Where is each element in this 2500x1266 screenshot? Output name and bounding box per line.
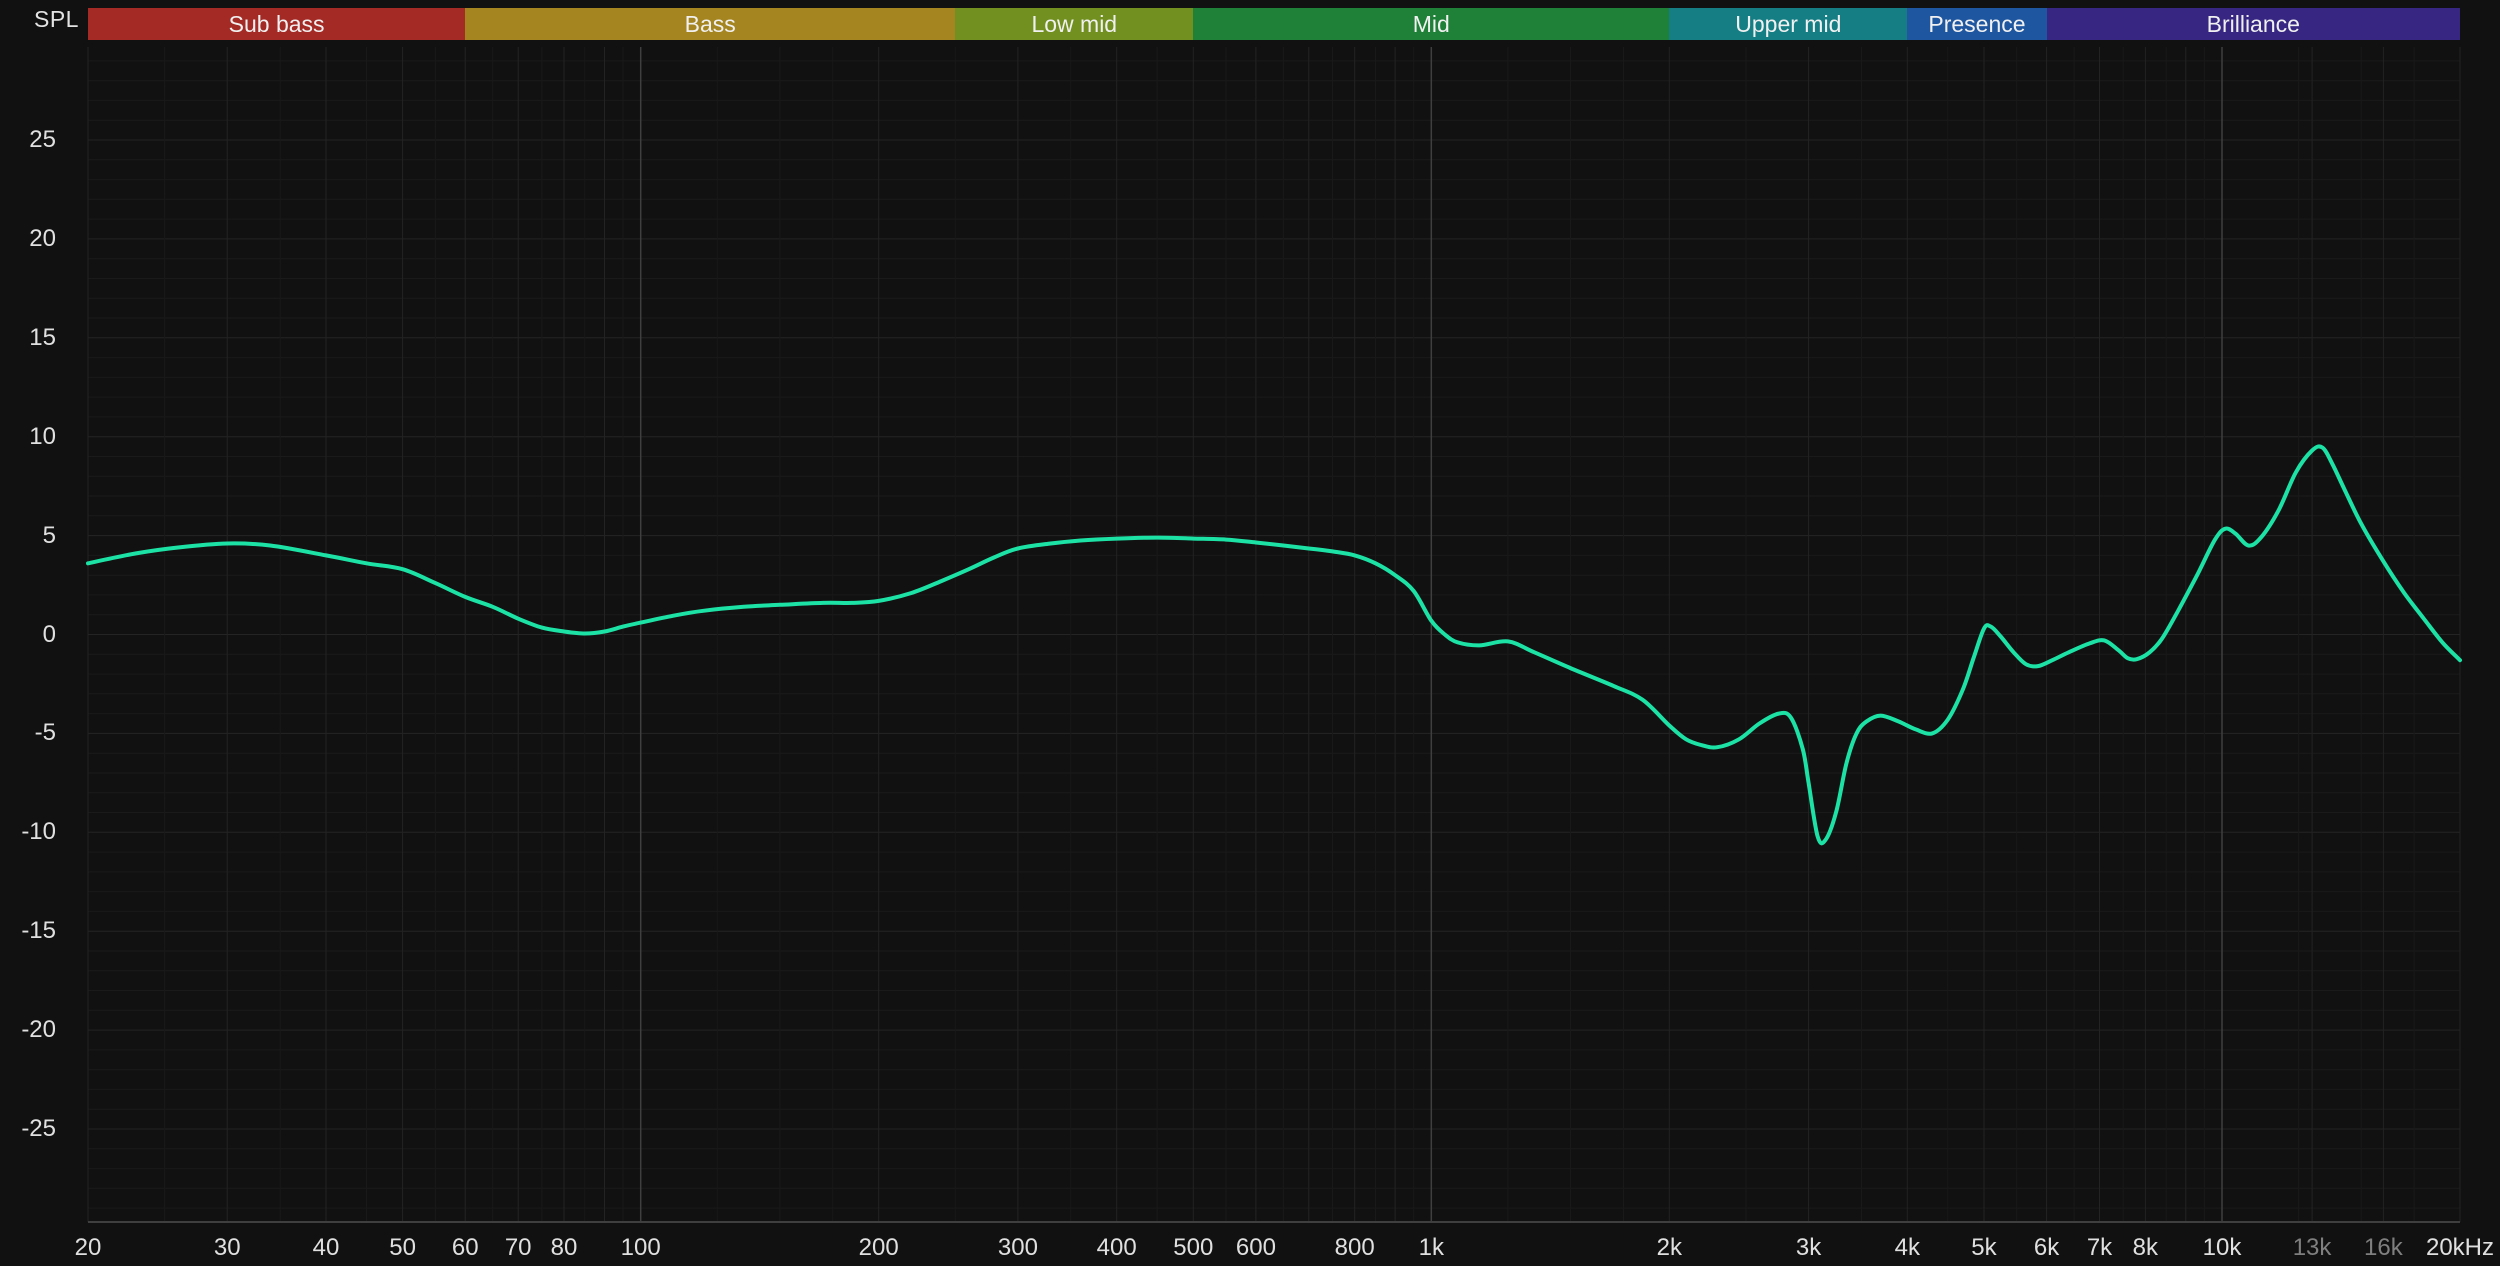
x-tick-label: 70	[505, 1236, 532, 1260]
x-tick-label: 2k	[1657, 1236, 1682, 1260]
x-tick-label: 600	[1236, 1236, 1276, 1260]
x-tick-label: 60	[452, 1236, 479, 1260]
x-tick-label: 16k	[2364, 1236, 2403, 1260]
y-tick-label: 10	[0, 425, 56, 449]
y-tick-label: -10	[0, 820, 56, 844]
x-tick-label: 5k	[1971, 1236, 1996, 1260]
y-tick-label: 15	[0, 326, 56, 350]
x-tick-label: 6k	[2034, 1236, 2059, 1260]
x-tick-label: 4k	[1895, 1236, 1920, 1260]
x-tick-label: 300	[998, 1236, 1038, 1260]
frequency-response-curve	[88, 446, 2460, 843]
x-tick-label: 3k	[1796, 1236, 1821, 1260]
x-tick-label: 20kHz	[2426, 1236, 2494, 1260]
y-tick-label: -20	[0, 1018, 56, 1042]
x-tick-label: 1k	[1419, 1236, 1444, 1260]
x-tick-label: 80	[551, 1236, 578, 1260]
x-tick-label: 400	[1097, 1236, 1137, 1260]
y-tick-label: 20	[0, 227, 56, 251]
y-tick-label: 25	[0, 128, 56, 152]
x-tick-label: 7k	[2087, 1236, 2112, 1260]
y-tick-label: -15	[0, 919, 56, 943]
y-tick-label: -25	[0, 1117, 56, 1141]
y-tick-label: -5	[0, 721, 56, 745]
x-tick-label: 200	[859, 1236, 899, 1260]
x-tick-label: 8k	[2133, 1236, 2158, 1260]
x-tick-label: 20	[75, 1236, 102, 1260]
y-tick-label: 5	[0, 524, 56, 548]
x-tick-label: 100	[621, 1236, 661, 1260]
frequency-response-chart: SPL Sub bassBassLow midMidUpper midPrese…	[0, 0, 2500, 1266]
plot-area	[0, 0, 2500, 1266]
x-tick-label: 13k	[2293, 1236, 2332, 1260]
x-tick-label: 10k	[2203, 1236, 2242, 1260]
y-tick-label: 0	[0, 623, 56, 647]
x-tick-label: 50	[389, 1236, 416, 1260]
x-tick-label: 40	[313, 1236, 340, 1260]
x-tick-label: 500	[1173, 1236, 1213, 1260]
x-tick-label: 30	[214, 1236, 241, 1260]
x-tick-label: 800	[1335, 1236, 1375, 1260]
